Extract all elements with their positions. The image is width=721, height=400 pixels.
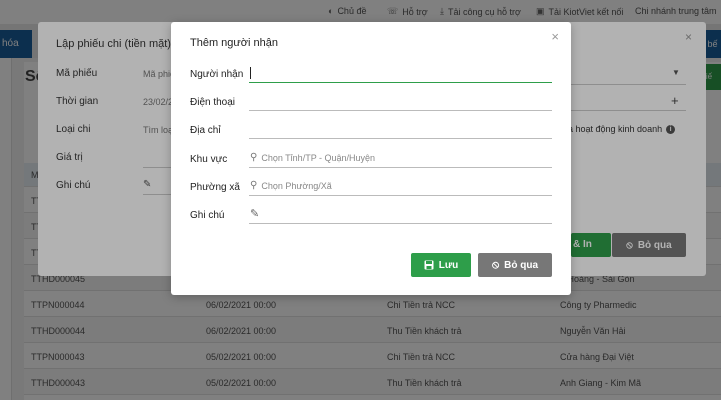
close-icon[interactable]: ×	[551, 29, 559, 44]
add-recipient-title: Thêm người nhận	[190, 37, 278, 49]
search-icon: ⚲	[250, 152, 258, 163]
pencil-icon: ✎	[250, 208, 260, 220]
recipient-input[interactable]	[249, 61, 552, 83]
address-input[interactable]	[249, 117, 552, 139]
address-field: Địa chỉ	[190, 117, 552, 141]
add-recipient-dialog: Thêm người nhận × Người nhận Điện thoại …	[171, 22, 571, 295]
phone-field: Điện thoại	[190, 89, 552, 113]
area-placeholder: ⚲ Chọn Tỉnh/TP - Quận/Huyện	[250, 152, 375, 163]
ward-field: Phường xã ⚲ Chọn Phường/Xã	[190, 174, 552, 198]
address-label: Địa chỉ	[190, 125, 221, 136]
recipient-label: Người nhận	[190, 69, 244, 80]
ward-placeholder: ⚲ Chọn Phường/Xã	[250, 180, 332, 191]
ward-placeholder-text: Chọn Phường/Xã	[261, 180, 332, 191]
area-field: Khu vực ⚲ Chọn Tỉnh/TP - Quận/Huyện	[190, 146, 552, 170]
recipient-field: Người nhận	[190, 61, 552, 85]
text-cursor	[250, 67, 251, 79]
note-label: Ghi chú	[190, 210, 225, 221]
phone-input[interactable]	[249, 89, 552, 111]
save-button[interactable]: Lưu	[411, 253, 471, 277]
ward-label: Phường xã	[190, 182, 240, 193]
note-field: Ghi chú ✎	[190, 202, 552, 226]
floppy-disk-icon	[424, 260, 434, 270]
skip-button[interactable]: ⦸ Bỏ qua	[478, 253, 552, 277]
save-label: Lưu	[438, 259, 459, 271]
phone-label: Điện thoại	[190, 97, 236, 108]
search-icon: ⚲	[250, 180, 258, 191]
note-input[interactable]	[249, 202, 552, 224]
area-label: Khu vực	[190, 154, 228, 165]
ban-icon: ⦸	[491, 258, 500, 271]
area-placeholder-text: Chọn Tỉnh/TP - Quận/Huyện	[261, 152, 376, 163]
skip-label: Bỏ qua	[504, 259, 539, 271]
